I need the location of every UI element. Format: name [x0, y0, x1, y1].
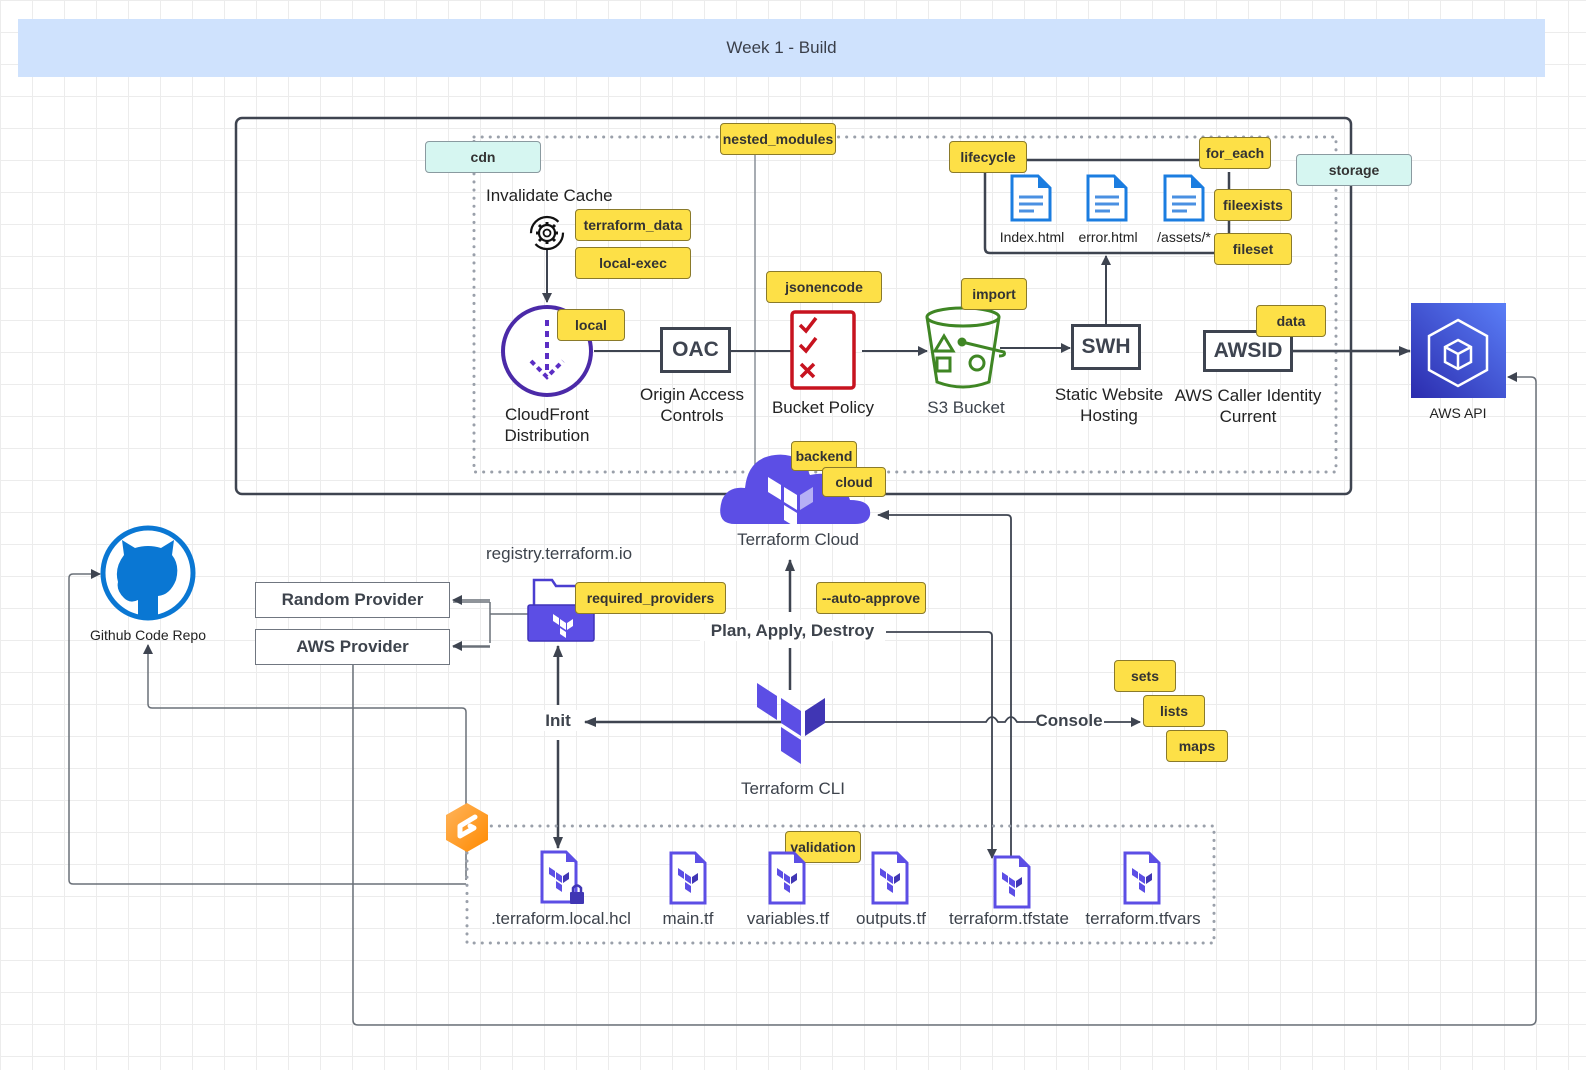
tag-data[interactable]: data — [1256, 305, 1326, 337]
terraform-cli-label: Terraform CLI — [741, 779, 845, 798]
file-label: error.html — [1078, 229, 1138, 245]
document-icon — [1010, 174, 1052, 222]
tag-lists[interactable]: lists — [1143, 695, 1205, 727]
terraform-file-icon — [871, 851, 909, 905]
tag-jsonencode[interactable]: jsonencode — [766, 271, 882, 303]
tag-sets[interactable]: sets — [1114, 660, 1176, 692]
file-label: Index.html — [999, 229, 1065, 245]
swh-label: Static Website Hosting — [1054, 385, 1164, 425]
invalidate-cache-label: Invalidate Cache — [486, 186, 613, 205]
tf-file-main[interactable] — [669, 851, 709, 912]
terraform-cli-icon — [757, 683, 825, 764]
module-cdn[interactable]: cdn — [425, 141, 541, 173]
oac-label: Origin Access Controls — [640, 385, 744, 425]
tag-local-exec[interactable]: local-exec — [575, 247, 691, 279]
tag-lifecycle[interactable]: lifecycle — [949, 141, 1027, 173]
tf-file-label: main.tf — [662, 909, 714, 928]
tf-file-label: terraform.tfvars — [1085, 909, 1201, 928]
random-provider-box[interactable]: Random Provider — [255, 582, 450, 618]
document-icon — [1086, 174, 1128, 222]
gitpod-icon — [446, 803, 488, 852]
oac-box[interactable]: OAC — [660, 327, 731, 373]
terraform-file-icon — [1123, 851, 1161, 905]
terraform-lock-file-icon — [540, 850, 584, 904]
terraform-file-icon — [993, 855, 1031, 909]
assets-file[interactable] — [1163, 174, 1205, 227]
tf-file-variables[interactable] — [768, 851, 808, 912]
tag-required-providers[interactable]: required_providers — [575, 582, 726, 614]
tag-cloud[interactable]: cloud — [822, 467, 886, 497]
aws-api-label: AWS API — [1429, 405, 1487, 421]
github-icon — [100, 525, 196, 621]
tf-file-label: .terraform.local.hcl — [491, 909, 631, 928]
bucket-policy-icon — [790, 310, 856, 390]
index-html-file[interactable] — [1010, 174, 1052, 227]
cloudfront-label: CloudFront Distribution — [504, 405, 590, 445]
tag-fileexists[interactable]: fileexists — [1214, 189, 1292, 221]
gear-refresh-icon — [529, 215, 565, 251]
error-html-file[interactable] — [1086, 174, 1128, 227]
aws-provider-box[interactable]: AWS Provider — [255, 629, 450, 665]
terraform-file-icon — [669, 851, 707, 905]
terraform-cloud-label: Terraform Cloud — [737, 530, 859, 549]
s3-bucket-icon — [925, 306, 1006, 389]
swh-box[interactable]: SWH — [1071, 324, 1141, 370]
bucket-policy-label: Bucket Policy — [771, 398, 875, 417]
tf-file-tfvars[interactable] — [1123, 851, 1163, 912]
tf-file-tfstate[interactable] — [993, 855, 1033, 916]
s3-bucket-label: S3 Bucket — [927, 398, 1005, 417]
aws-api-icon — [1411, 303, 1506, 398]
registry-label: registry.terraform.io — [486, 544, 633, 563]
tag-for-each[interactable]: for_each — [1199, 137, 1271, 169]
tf-file-label: outputs.tf — [856, 909, 926, 928]
tag-terraform-data[interactable]: terraform_data — [575, 209, 691, 241]
console-command[interactable]: Console — [1034, 710, 1104, 731]
module-storage[interactable]: storage — [1296, 154, 1412, 186]
terraform-file-icon — [768, 851, 806, 905]
tag-import[interactable]: import — [961, 278, 1027, 310]
awsid-label: AWS Caller Identity Current — [1174, 386, 1322, 426]
tf-file-label: terraform.tfstate — [949, 909, 1069, 928]
init-command[interactable]: Init — [535, 710, 581, 731]
github-label: Github Code Repo — [90, 627, 206, 643]
tag-local[interactable]: local — [557, 309, 625, 341]
document-icon — [1163, 174, 1205, 222]
tf-file-outputs[interactable] — [871, 851, 911, 912]
tag-nested-modules[interactable]: nested_modules — [720, 123, 836, 155]
tag-maps[interactable]: maps — [1166, 730, 1228, 762]
tf-file-label: variables.tf — [746, 909, 830, 928]
plan-apply-destroy-command[interactable]: Plan, Apply, Destroy — [700, 620, 885, 641]
tf-file-terraform-local-hcl[interactable] — [540, 850, 586, 911]
tag-fileset[interactable]: fileset — [1214, 233, 1292, 265]
tag-auto-approve[interactable]: --auto-approve — [816, 582, 926, 614]
file-label: /assets/* — [1157, 229, 1211, 245]
